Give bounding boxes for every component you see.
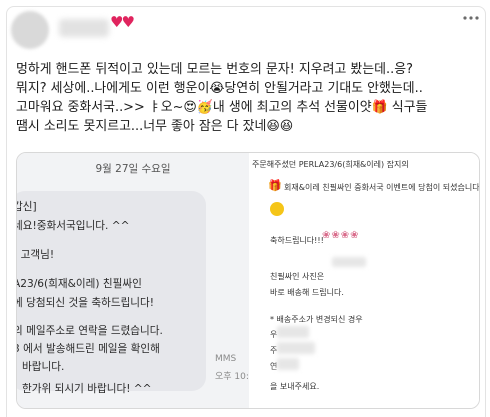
email-line: 축하드립니다!!! xyxy=(270,236,324,245)
post-line: 멍하게 핸드폰 뒤적이고 있는데 모르는 번호의 문자! 지우려고 봤는데..응… xyxy=(16,62,413,77)
smiley-icon xyxy=(270,202,284,216)
post-line: 뭐지? 세상에..나에게도 이런 행운이😭당연히 안될거라고 기대도 안했는데.… xyxy=(16,81,423,96)
post-header: ♥♥ xyxy=(7,7,485,55)
redacted-text xyxy=(277,342,315,354)
post-text-segment: 고마워요 중화서국..>> xyxy=(16,100,149,115)
email-screenshot: 주문해주셨던 PERLA23/6(희재&이레) 잡지의 🎁 회재&이레 친필싸인… xyxy=(249,153,479,408)
flower-icon: ❀❀❀❀ xyxy=(322,230,360,241)
author-name[interactable] xyxy=(59,19,109,37)
sms-line: 갑신] xyxy=(17,201,37,213)
sms-bubble: 갑신] 세요!중화서국입니다. ^^ ! 고객님! A23/6(희재&이레) 친… xyxy=(16,191,206,395)
post-card[interactable]: ♥♥ 멍하게 핸드폰 뒤적이고 있는데 모르는 번호의 문자! 지우려고 봤는데… xyxy=(6,6,486,417)
post-line: 땜시 소리도 못지르고...너무 좋아 잠은 다 잤네😆😆 xyxy=(16,119,294,134)
post-line: 고마워요 중화서국..>> ㅑ오~😍🥳내 생에 최고의 추석 선물이얏🎁 식구들 xyxy=(16,98,478,117)
email-line: 바로 배송해 드립니다. xyxy=(270,288,344,297)
sms-date: 9월 27일 수요일 xyxy=(95,163,171,175)
sms-line: 바랍니다. xyxy=(22,361,65,373)
heart-icon: ♥♥ xyxy=(110,13,135,31)
email-line: 주문해주셨던 PERLA23/6(희재&이레) 잡지의 xyxy=(252,160,409,169)
more-options-icon[interactable] xyxy=(462,11,480,25)
redacted-text xyxy=(277,358,299,370)
sms-line: 3 에서 발송해드린 메일을 확인해 xyxy=(16,343,160,355)
redacted-text xyxy=(332,257,366,267)
email-line: 회재&이레 친필싸인 중화서국 이벤트에 당첨이 되셨습니다! xyxy=(284,183,480,192)
avatar[interactable] xyxy=(11,11,49,49)
post-image[interactable]: 9월 27일 수요일 갑신] 세요!중화서국입니다. ^^ ! 고객님! A23… xyxy=(16,152,480,409)
post-body: 멍하게 핸드폰 뒤적이고 있는데 모르는 번호의 문자! 지우려고 봤는데..응… xyxy=(16,60,478,136)
sms-line: 의 메일주소로 연락을 드렸습니다. xyxy=(16,325,163,337)
sms-line: 한가위 되시기 바랍니다! ^^ xyxy=(22,383,152,395)
email-line: 친필싸인 사진은 xyxy=(270,272,325,281)
mms-label: MMS xyxy=(215,354,237,364)
email-line: * 배송주소가 변경되신 경우 xyxy=(270,315,363,324)
email-line: 을 보내주세요. xyxy=(270,382,320,391)
sms-screenshot: 9월 27일 수요일 갑신] 세요!중화서국입니다. ^^ ! 고객님! A23… xyxy=(16,153,255,408)
sms-line: 에 당첨되신 것을 축하드립니다! xyxy=(16,297,155,309)
sms-line: A23/6(희재&이레) 친필싸인 xyxy=(16,278,142,290)
post-text-segment: ㅑ오~😍🥳내 생에 최고의 추석 선물이얏🎁 식구들 xyxy=(148,100,428,115)
sms-line: ! 고객님! xyxy=(16,249,55,261)
redacted-text xyxy=(277,326,309,338)
gift-icon: 🎁 xyxy=(268,179,282,192)
sms-line: 세요!중화서국입니다. ^^ xyxy=(16,220,130,232)
